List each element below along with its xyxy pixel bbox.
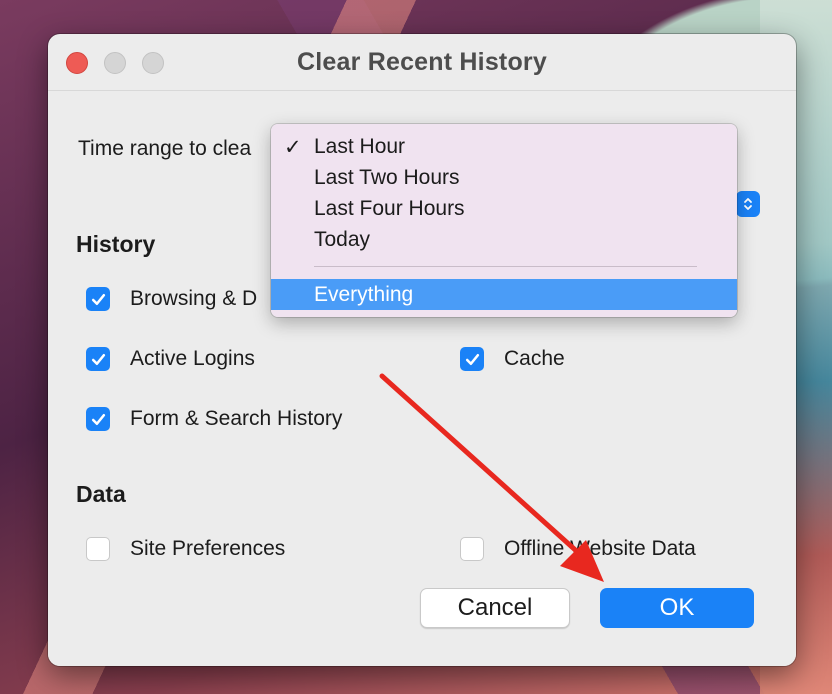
annotation-arrow-icon	[379, 373, 604, 582]
